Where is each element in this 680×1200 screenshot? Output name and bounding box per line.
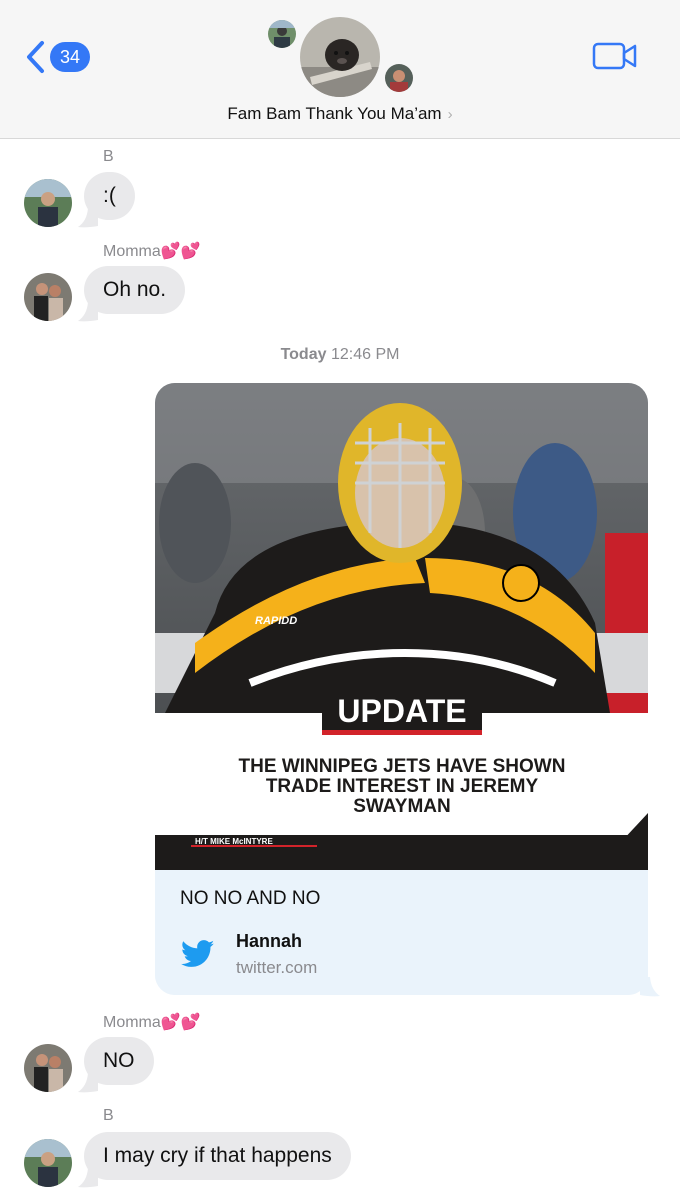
tweet-author: Hannah [236,931,303,951]
message-bubble[interactable]: NO [84,1037,154,1085]
conversation-title-text: Fam Bam Thank You Ma’am [227,104,442,123]
member-avatar-right[interactable] [385,64,413,92]
conversation-title[interactable]: Fam Bam Thank You Ma’am › [0,104,680,124]
tweet-text: NO NO AND NO [180,888,321,909]
back-button[interactable]: 34 [24,40,90,74]
credit-text: H/T MIKE McINTYRE [195,837,273,846]
chevron-left-icon [27,41,44,73]
banner-text: UPDATE [337,693,466,729]
message-bubble[interactable]: Oh no. [84,266,186,314]
sender-name: Momma💕💕 [103,1014,201,1031]
unread-count-badge: 34 [50,42,90,72]
avatar-momma[interactable] [24,1044,72,1092]
sender-name: B [103,1107,114,1124]
headline-line-1: THE WINNIPEG JETS HAVE SHOWN [239,756,566,777]
video-camera-icon [592,42,637,70]
message-bubble[interactable]: :( [84,172,135,220]
message-text: I may cry if that happens [103,1144,332,1167]
avatar-b[interactable] [24,1139,72,1187]
timestamp: Today 12:46 PM [0,346,680,364]
timestamp-day: Today [280,346,327,363]
headline-line-2: TRADE INTEREST IN JEREMY [266,776,539,797]
video-call-button[interactable] [592,40,638,77]
message-text: Oh no. [103,278,167,301]
member-avatar-left[interactable] [268,20,296,48]
conversation-header: 34 Fam Bam Thank You Ma’am › [0,0,680,139]
jersey-sponsor-text: RAPIDD [255,615,297,627]
headline-line-3: SWAYMAN [353,796,450,817]
group-avatar-photo[interactable] [300,17,380,97]
message-text: :( [103,184,116,207]
link-preview-image: RAPIDD UPDATE THE WINNIPEG JETS HAVE SHO… [155,383,648,870]
timestamp-time: 12:46 PM [330,346,400,363]
message-bubble[interactable]: I may cry if that happens [84,1132,351,1180]
link-preview-card[interactable]: RAPIDD UPDATE THE WINNIPEG JETS HAVE SHO… [155,383,648,995]
chevron-right-icon: › [447,106,453,123]
twitter-bird-icon [181,940,215,967]
avatar-momma[interactable] [24,273,72,321]
link-domain: twitter.com [236,958,318,977]
bubble-tail-right [640,977,660,997]
avatar-b[interactable] [24,179,72,227]
sender-name: B [103,148,114,165]
sender-name: Momma💕💕 [103,243,201,260]
message-text: NO [103,1049,135,1072]
link-meta[interactable]: NO NO AND NO Hannah twitter.com [155,870,648,995]
